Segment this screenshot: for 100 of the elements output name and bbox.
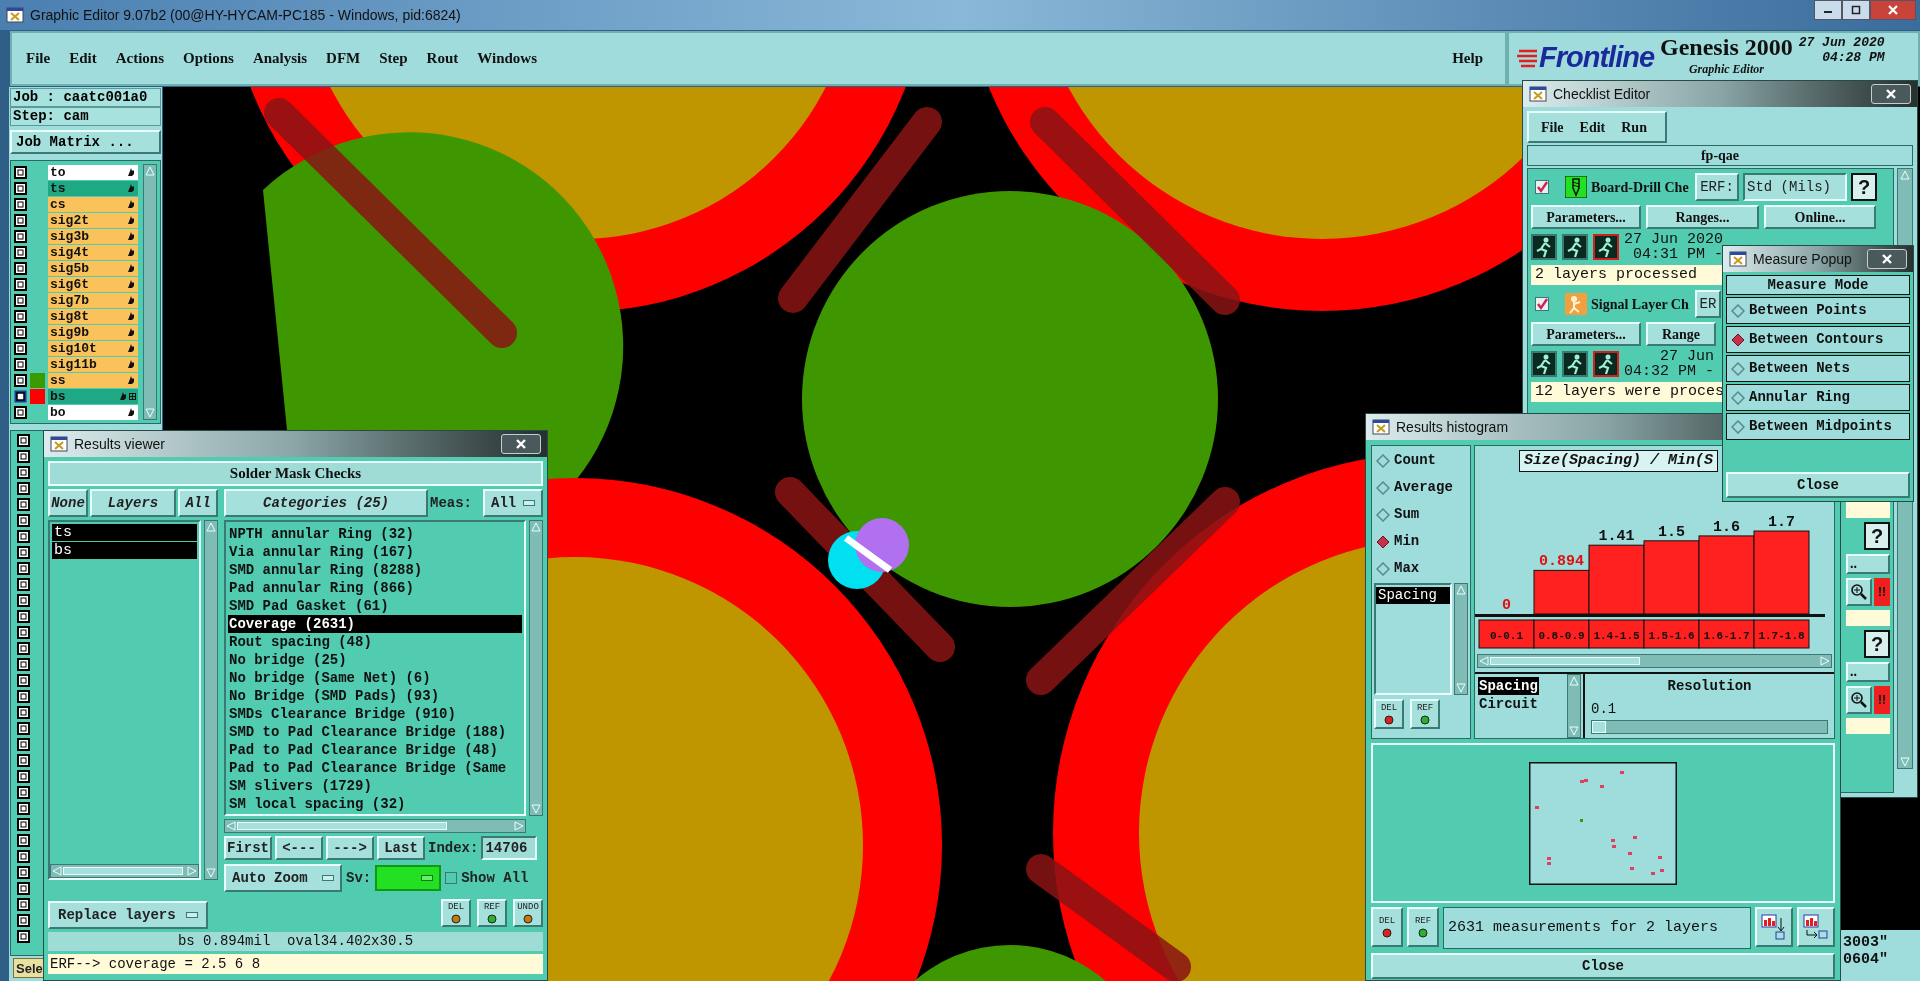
checkbox[interactable] xyxy=(17,450,30,463)
checkbox[interactable] xyxy=(17,818,30,831)
layer-name[interactable]: ts xyxy=(48,180,138,196)
checkbox[interactable] xyxy=(17,674,30,687)
zoom-button[interactable] xyxy=(1846,686,1872,714)
checkbox[interactable] xyxy=(17,610,30,623)
layer-name[interactable]: sig2t xyxy=(48,212,138,228)
check-button[interactable]: Range xyxy=(1646,322,1716,346)
list-item[interactable]: SMDs Clearance Bridge (910) xyxy=(228,705,522,723)
export-button[interactable] xyxy=(1755,907,1793,947)
radio-option[interactable]: Between Midpoints xyxy=(1726,413,1910,440)
checkbox[interactable] xyxy=(14,373,27,387)
radio-option[interactable]: Average xyxy=(1374,475,1468,500)
check-button[interactable]: Online... xyxy=(1764,205,1876,229)
alert-button[interactable]: !! xyxy=(1874,686,1890,714)
checkbox[interactable] xyxy=(14,341,27,355)
layer-name[interactable]: sig4t xyxy=(48,244,138,260)
list-item[interactable]: NPTH annular Ring (32) xyxy=(228,525,522,543)
list-item[interactable]: Pad annular Ring (866) xyxy=(228,579,522,597)
layer-color-swatch[interactable] xyxy=(30,372,45,388)
erf-button[interactable]: ERF: xyxy=(1695,173,1739,201)
checkbox[interactable] xyxy=(445,872,458,884)
checkbox[interactable] xyxy=(17,722,30,735)
scrollbar[interactable] xyxy=(224,819,526,833)
layer-name[interactable]: sig3b xyxy=(48,228,138,244)
check-button[interactable]: .. xyxy=(1846,554,1890,574)
checkbox[interactable] xyxy=(17,434,30,447)
checkbox[interactable] xyxy=(17,754,30,767)
checkbox[interactable] xyxy=(17,546,30,559)
categories-button[interactable]: Categories (25) xyxy=(224,489,428,517)
meas-dropdown[interactable]: All xyxy=(483,489,543,517)
menu-item[interactable]: Help xyxy=(1452,47,1483,70)
checkbox[interactable] xyxy=(17,914,30,927)
help-button[interactable]: ? xyxy=(1864,630,1890,658)
action-button[interactable]: DEL xyxy=(1371,907,1403,947)
checkbox[interactable] xyxy=(14,405,27,419)
layer-name[interactable]: sig10t xyxy=(48,340,138,356)
menu-item[interactable]: Edit xyxy=(1579,116,1606,138)
list-item[interactable]: ts xyxy=(52,524,197,541)
menu-item[interactable]: File xyxy=(26,47,51,70)
checkbox[interactable] xyxy=(17,658,30,671)
checkbox[interactable] xyxy=(17,626,30,639)
checkbox[interactable] xyxy=(17,466,30,479)
checkbox[interactable] xyxy=(17,594,30,607)
action-button[interactable]: REF xyxy=(1407,907,1439,947)
layer-name[interactable]: sig7b xyxy=(48,292,138,308)
menu-item[interactable]: Options xyxy=(183,47,234,70)
list-item[interactable]: No Bridge (SMD Pads) (93) xyxy=(228,687,522,705)
checkbox[interactable] xyxy=(17,882,30,895)
checkbox[interactable] xyxy=(14,261,27,275)
scrollbar[interactable] xyxy=(1477,654,1832,668)
checkbox[interactable] xyxy=(17,498,30,511)
checkbox[interactable] xyxy=(14,293,27,307)
check-button[interactable]: Parameters... xyxy=(1531,205,1641,229)
checkbox[interactable] xyxy=(17,770,30,783)
menu-item[interactable]: File xyxy=(1541,116,1564,138)
minimize-button[interactable] xyxy=(1814,0,1842,20)
help-button[interactable]: ? xyxy=(1851,173,1877,201)
list-item[interactable]: No bridge (Same Net) (6) xyxy=(228,669,522,687)
import-button[interactable] xyxy=(1797,907,1835,947)
checkbox[interactable] xyxy=(17,482,30,495)
scrollbar[interactable] xyxy=(1454,583,1468,695)
checkbox[interactable] xyxy=(17,866,30,879)
checkbox[interactable] xyxy=(14,389,27,403)
checkbox[interactable] xyxy=(17,850,30,863)
layer-name[interactable]: sig11b xyxy=(48,356,138,372)
radio-option[interactable]: Sum xyxy=(1374,502,1468,527)
resolution-slider[interactable] xyxy=(1591,720,1828,734)
checkbox[interactable] xyxy=(14,245,27,259)
checkbox[interactable] xyxy=(17,802,30,815)
radio-option[interactable]: Max xyxy=(1374,556,1468,581)
list-item[interactable]: SMD Pad Gasket (61) xyxy=(228,597,522,615)
menu-item[interactable]: Edit xyxy=(69,47,97,70)
radio-option[interactable]: Between Contours xyxy=(1726,326,1910,353)
list-item[interactable]: Circuit xyxy=(1478,695,1539,713)
layer-name[interactable]: bs xyxy=(48,388,138,404)
list-item[interactable]: Coverage (2631) xyxy=(228,615,522,633)
layer-name[interactable]: cs xyxy=(48,196,138,212)
list-item[interactable]: No bridge (25) xyxy=(228,651,522,669)
maximize-button[interactable] xyxy=(1842,0,1870,20)
checkbox[interactable] xyxy=(17,562,30,575)
checkbox[interactable] xyxy=(17,642,30,655)
severity-dropdown[interactable] xyxy=(375,865,442,891)
nav-button[interactable]: ---> xyxy=(326,836,374,860)
check-button[interactable]: .. xyxy=(1846,662,1890,682)
checkbox[interactable] xyxy=(14,229,27,243)
checkbox[interactable] xyxy=(14,309,27,323)
scrollbar[interactable] xyxy=(143,164,157,420)
replace-mode-dropdown[interactable]: Replace layers xyxy=(48,901,208,929)
layer-filter-button[interactable]: Layers xyxy=(90,489,176,517)
menu-item[interactable]: Rout xyxy=(426,47,459,70)
alert-button[interactable]: !! xyxy=(1874,578,1890,606)
checkbox[interactable] xyxy=(14,197,27,211)
checkbox[interactable] xyxy=(17,530,30,543)
list-item[interactable]: SMD to Pad Clearance Bridge (188) xyxy=(228,723,522,741)
layer-color-swatch[interactable] xyxy=(30,388,45,404)
checkbox[interactable] xyxy=(14,357,27,371)
menu-item[interactable]: Run xyxy=(1621,116,1647,138)
checkbox[interactable] xyxy=(17,898,30,911)
checkbox[interactable] xyxy=(14,277,27,291)
